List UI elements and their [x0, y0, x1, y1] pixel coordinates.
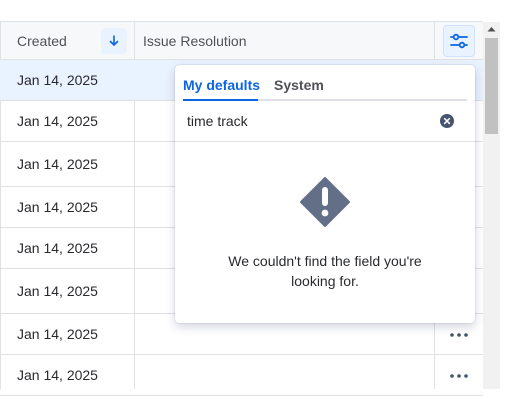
created-date-cell: Jan 14, 2025 — [17, 199, 98, 215]
sort-descending-button[interactable] — [101, 28, 127, 54]
sliders-icon — [450, 33, 468, 49]
column-header-created[interactable]: Created — [0, 22, 134, 60]
table-row[interactable]: Jan 14, 2025 — [0, 355, 483, 396]
created-date-cell: Jan 14, 2025 — [17, 367, 98, 383]
warning-diamond-icon — [300, 177, 350, 227]
vertical-scrollbar[interactable] — [483, 22, 500, 389]
active-tab-indicator — [183, 99, 258, 101]
created-date-cell: Jan 14, 2025 — [17, 283, 98, 299]
column-header-created-label: Created — [17, 33, 67, 49]
table-header-row: Created Issue Resolution — [0, 22, 483, 60]
scrollbar-thumb[interactable] — [485, 38, 498, 134]
popup-tabs: My defaults System — [183, 65, 467, 101]
field-search-input[interactable] — [187, 111, 437, 131]
created-date-cell: Jan 14, 2025 — [17, 72, 98, 88]
field-search-popup: My defaults System We couldn't find the … — [175, 65, 475, 323]
column-header-issue-resolution[interactable]: Issue Resolution — [143, 33, 247, 49]
created-date-cell: Jan 14, 2025 — [17, 240, 98, 256]
arrow-down-icon — [109, 35, 119, 46]
column-settings-button[interactable] — [443, 25, 475, 57]
tab-system[interactable]: System — [274, 77, 324, 93]
tab-my-defaults[interactable]: My defaults — [183, 77, 260, 93]
more-actions-icon[interactable] — [446, 366, 472, 386]
scroll-up-arrow-icon[interactable] — [483, 22, 500, 36]
created-date-cell: Jan 14, 2025 — [17, 113, 98, 129]
clear-search-button[interactable] — [439, 113, 455, 129]
field-search-row — [175, 102, 475, 142]
more-actions-icon[interactable] — [446, 325, 472, 345]
created-date-cell: Jan 14, 2025 — [17, 156, 98, 172]
created-date-cell: Jan 14, 2025 — [17, 326, 98, 342]
clear-circle-icon — [440, 114, 454, 128]
empty-state-message: We couldn't find the field you're lookin… — [228, 253, 422, 289]
